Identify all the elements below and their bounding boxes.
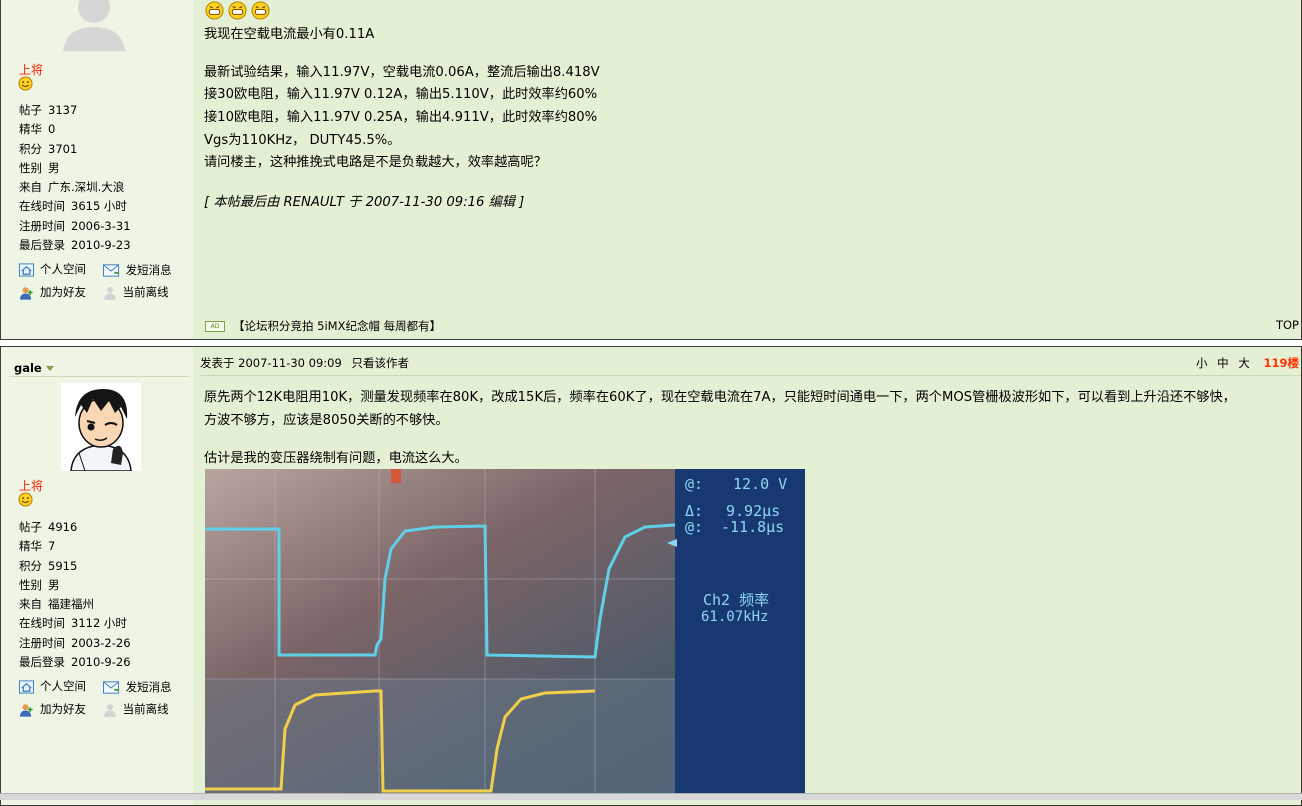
stat-last-login: 最后登录 2010-9-26: [19, 655, 131, 670]
font-medium-button[interactable]: 中: [1217, 356, 1229, 370]
ad-text[interactable]: 【论坛积分竞拍 5iMX纪念帽 每周都有】: [233, 318, 441, 334]
post-line: 我现在空载电流最小有0.11A: [204, 27, 375, 42]
post-1: 上将 帖子 3137 精华 0 积分 3701 性别男 来自 广东.深圳.大浪 在线时间…: [0, 0, 1302, 340]
grin-icon: [251, 1, 270, 20]
post-line: 最新试验结果，输入11.97V，空载电流0.06A，整流后输出8.418V: [204, 65, 600, 80]
mail-icon: [102, 264, 119, 277]
oscilloscope-photo[interactable]: @: 12.0 V Δ: 9.92µs @: -11.8µs Ch2 频率 61…: [205, 469, 805, 799]
divider: [199, 375, 1301, 376]
user-stats: 帖子 4916 精华 7 积分 5915 性别男 来自 福建福州 在线时间 3112 小时…: [19, 518, 131, 672]
scope-at-label-2: @:: [685, 518, 703, 536]
username[interactable]: gale: [14, 361, 54, 375]
scope-at-time: -11.8µs: [721, 518, 784, 536]
offline-status: 当前离线: [103, 700, 183, 720]
home-icon: [19, 263, 34, 277]
smiley-icon: [18, 76, 33, 91]
font-large-button[interactable]: 大: [1238, 356, 1250, 370]
send-message-link[interactable]: 发短消息: [102, 261, 183, 281]
post-2: gale 上将 帖子 4916 精华 7 积分 5915 性别男 来自 福建福州 在线: [0, 346, 1302, 806]
stat-online: 在线时间 3112 小时: [19, 616, 127, 631]
stat-registered: 注册时间 2006-3-31: [19, 218, 131, 233]
waveform-image: @: 12.0 V Δ: 9.92µs @: -11.8µs Ch2 频率 61…: [205, 469, 805, 799]
stat-points: 积分 3701: [19, 141, 78, 156]
only-author-link[interactable]: 只看该作者: [351, 356, 409, 370]
home-icon: [19, 680, 34, 694]
font-small-button[interactable]: 小: [1196, 356, 1208, 370]
author-sidebar: gale 上将 帖子 4916 精华 7 积分 5915 性别男 来自 福建福州 在线: [1, 347, 193, 805]
posted-at: 发表于 2007-11-30 09:09: [200, 356, 342, 370]
post-meta: 发表于 2007-11-30 09:09 只看该作者: [200, 355, 409, 371]
user-avatar[interactable]: [61, 383, 141, 471]
floor-number[interactable]: 119楼: [1263, 356, 1299, 370]
stat-from: 来自 广东.深圳.大浪: [19, 180, 125, 195]
personal-space-link[interactable]: 个人空间: [19, 677, 99, 697]
stat-online: 在线时间 3615 小时: [19, 199, 127, 214]
horizontal-scrollbar[interactable]: [0, 793, 1302, 800]
offline-status: 当前离线: [103, 283, 183, 303]
post-line: 方波不够方，应该是8050关断的不够快。: [204, 413, 449, 428]
stat-digest: 精华 0: [19, 122, 56, 137]
grin-icon: [205, 1, 224, 20]
top-link[interactable]: TOP: [1276, 318, 1299, 332]
stat-gender: 性别男: [19, 160, 60, 175]
post-content: 发表于 2007-11-30 09:09 只看该作者 小 中 大 119楼 原先…: [193, 347, 1301, 805]
default-avatar[interactable]: [59, 0, 129, 51]
stat-posts: 帖子 4916: [19, 520, 78, 534]
divider: [9, 376, 189, 377]
smiley-icon: [18, 492, 33, 507]
offline-icon: [103, 287, 116, 300]
post-line: Vgs为110KHz， DUTY45.5%。: [204, 133, 401, 148]
scope-at-label: @:: [685, 475, 703, 493]
post-line: 原先两个12K电阻用10K，测量发现频率在80K，改成15K后，频率在60K了，…: [204, 390, 1236, 405]
post-line: 接30欧电阻，输入11.97V 0.12A，输出5.110V，此时效率约60%: [204, 87, 598, 102]
user-stats: 帖子 3137 精华 0 积分 3701 性别男 来自 广东.深圳.大浪 在线时间 361…: [19, 101, 131, 255]
user-actions: 个人空间 发短消息 加为好友 当前离线: [19, 677, 183, 724]
stat-last-login: 最后登录 2010-9-23: [19, 238, 131, 253]
ad-link[interactable]: AD 【论坛积分竞拍 5iMX纪念帽 每周都有】: [205, 318, 441, 334]
stat-digest: 精华 7: [19, 539, 56, 554]
ad-badge: AD: [205, 320, 225, 332]
post-tools: 小 中 大 119楼: [1196, 355, 1299, 371]
add-friend-icon: [19, 704, 33, 717]
author-sidebar: 上将 帖子 3137 精华 0 积分 3701 性别男 来自 广东.深圳.大浪 在线时间…: [1, 0, 193, 339]
add-friend-icon: [19, 287, 33, 300]
grin-icon: [228, 1, 247, 20]
stat-registered: 注册时间 2003-2-26: [19, 635, 131, 650]
stat-from: 来自 福建福州: [19, 597, 94, 612]
personal-space-link[interactable]: 个人空间: [19, 260, 99, 280]
post-content: 我现在空载电流最小有0.11A 最新试验结果，输入11.97V，空载电流0.06…: [193, 0, 1301, 339]
mail-icon: [102, 681, 119, 694]
chevron-down-icon[interactable]: [45, 366, 54, 371]
stat-posts: 帖子 3137: [19, 103, 78, 117]
stat-points: 积分 5915: [19, 558, 78, 573]
post-line: 接10欧电阻，输入11.97V 0.25A，输出4.911V，此时效率约80%: [204, 110, 598, 125]
emoji-row: [205, 1, 270, 20]
add-friend-link[interactable]: 加为好友: [19, 700, 99, 720]
send-message-link[interactable]: 发短消息: [102, 678, 183, 698]
stat-gender: 性别男: [19, 577, 60, 592]
post-line: 估计是我的变压器绕制有问题，电流这么大。: [204, 451, 468, 466]
offline-icon: [103, 704, 116, 717]
scope-channel: Ch2 频率: [703, 591, 769, 609]
scope-voltage: 12.0 V: [733, 475, 787, 493]
add-friend-link[interactable]: 加为好友: [19, 283, 99, 303]
scope-frequency: 61.07kHz: [701, 609, 768, 625]
post-line: 请问楼主，这种推挽式电路是不是负载越大，效率越高呢？: [204, 155, 547, 170]
user-actions: 个人空间 发短消息 加为好友 当前离线: [19, 260, 183, 307]
edit-note: [ 本帖最后由 RENAULT 于 2007-11-30 09:16 编辑 ]: [204, 195, 525, 210]
